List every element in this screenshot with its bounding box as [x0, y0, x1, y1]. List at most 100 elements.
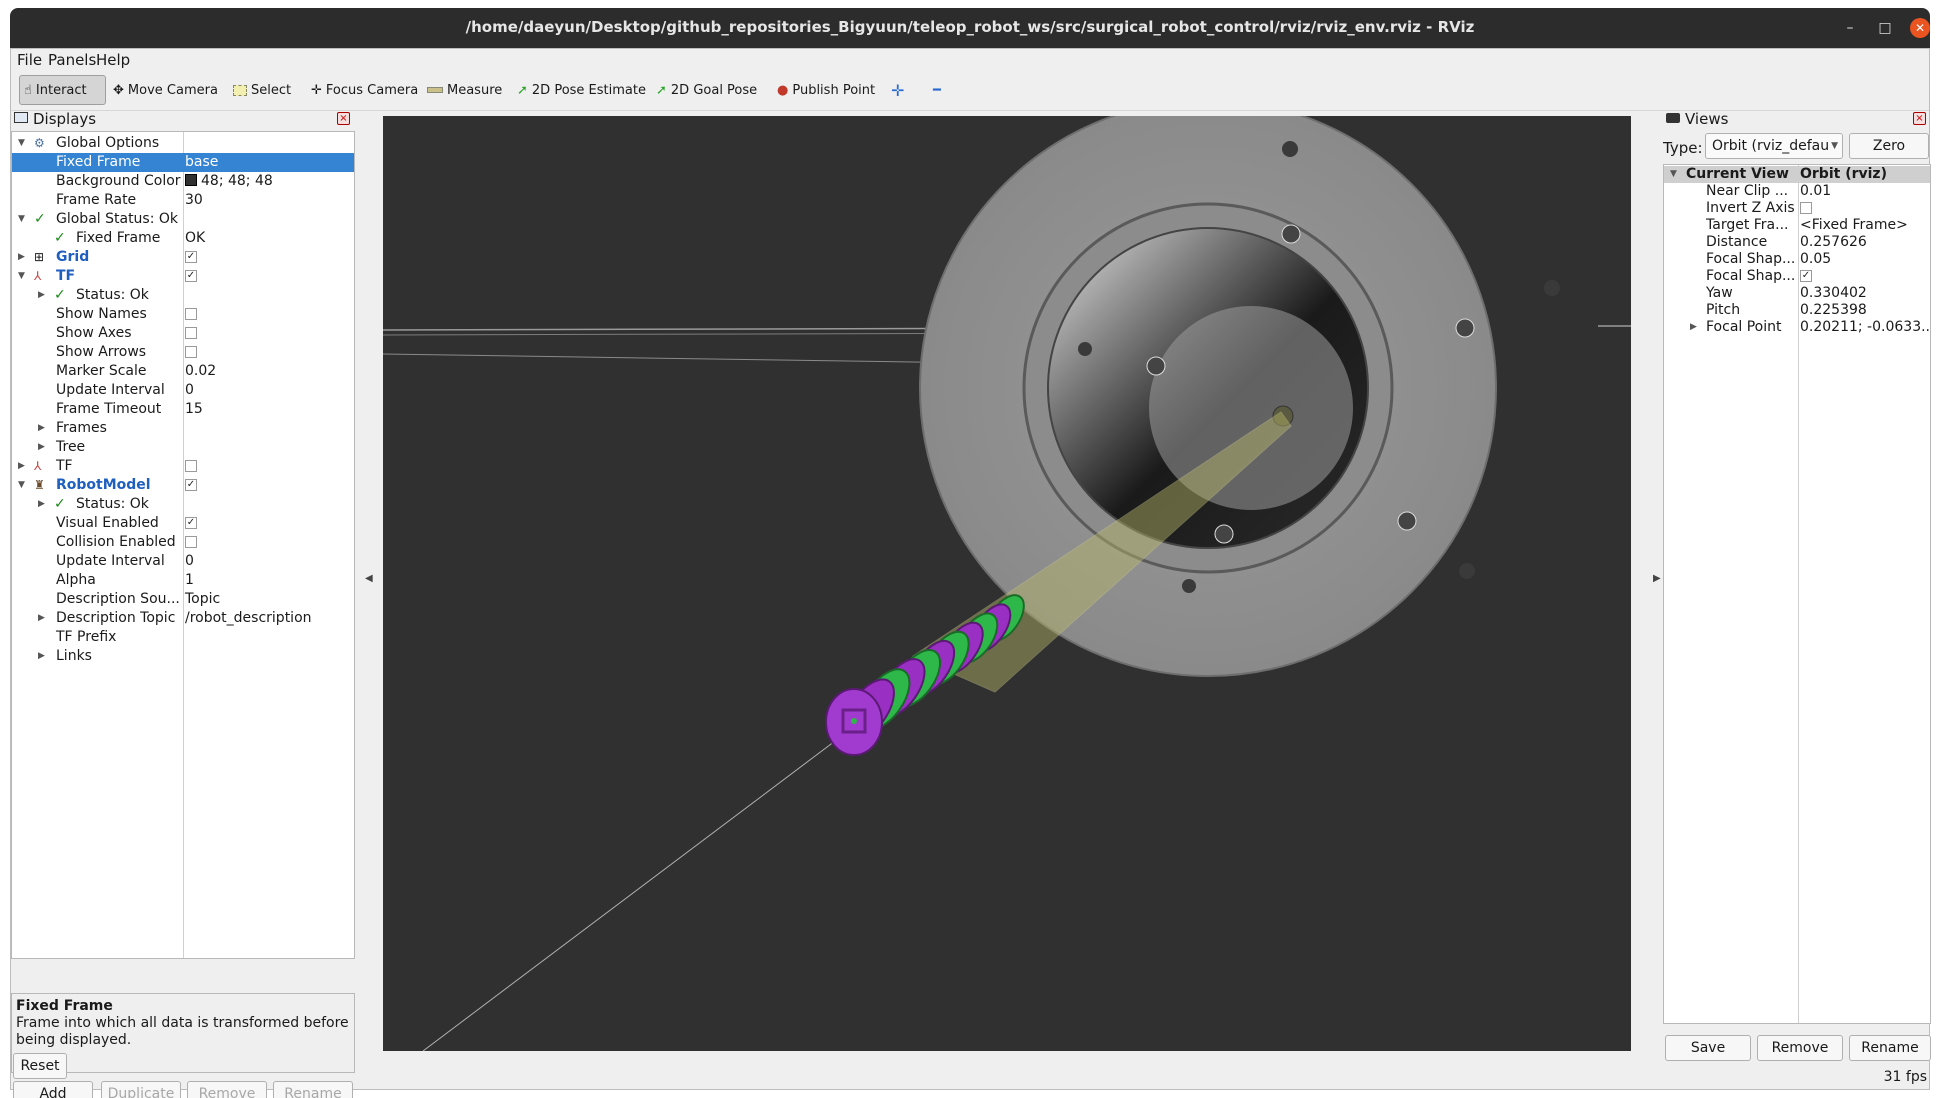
collapse-left-icon[interactable]: ◀	[365, 573, 373, 584]
expand-arrow-icon[interactable]: ▶	[18, 248, 25, 267]
tree-row-frames[interactable]: ▶ Frames	[12, 419, 354, 438]
tree-row-tf-2[interactable]: ▶ ⅄ TF	[12, 457, 354, 476]
description-source-value[interactable]: Topic	[185, 590, 220, 609]
expand-arrow-icon[interactable]: ▶	[38, 495, 45, 514]
remove-display-button[interactable]: Remove	[187, 1081, 267, 1098]
description-topic-value[interactable]: /robot_description	[185, 609, 312, 628]
expand-arrow-icon[interactable]: ▶	[38, 609, 45, 628]
expand-arrow-icon[interactable]: ▶	[38, 438, 45, 457]
collapse-arrow-icon[interactable]: ▼	[18, 267, 25, 286]
collapse-arrow-icon[interactable]: ▼	[18, 476, 25, 495]
background-color-field[interactable]: 48; 48; 48	[185, 172, 273, 191]
collision-enabled-checkbox[interactable]	[185, 536, 197, 548]
grid-enabled-checkbox[interactable]: ✓	[185, 251, 197, 263]
expand-arrow-icon[interactable]: ▶	[38, 647, 45, 666]
remove-view-button[interactable]: Remove	[1757, 1035, 1843, 1061]
zero-button[interactable]: Zero	[1849, 133, 1929, 159]
tree-row-alpha[interactable]: Alpha 1	[12, 571, 354, 590]
frame-rate-value[interactable]: 30	[185, 191, 203, 210]
measure-tool[interactable]: Measure	[423, 75, 506, 105]
view-row-focal-shape-fixed[interactable]: Focal Shap... ✓	[1664, 268, 1930, 285]
tree-row-robot-model[interactable]: ▼ ♜ RobotModel ✓	[12, 476, 354, 495]
pose-estimate-tool[interactable]: ➚ 2D Pose Estimate	[513, 75, 650, 105]
tree-row-grid[interactable]: ▶ ⊞ Grid ✓	[12, 248, 354, 267]
frame-timeout-value[interactable]: 15	[185, 400, 203, 419]
tree-row-tf-prefix[interactable]: TF Prefix	[12, 628, 354, 647]
view-row-focal-shape-size[interactable]: Focal Shap... 0.05	[1664, 251, 1930, 268]
tree-row-visual-enabled[interactable]: Visual Enabled ✓	[12, 514, 354, 533]
robot-model-enabled-checkbox[interactable]: ✓	[185, 479, 197, 491]
tree-row-frame-timeout[interactable]: Frame Timeout 15	[12, 400, 354, 419]
alpha-value[interactable]: 1	[185, 571, 194, 590]
tree-row-status-fixed-frame[interactable]: ✓ Fixed Frame OK	[12, 229, 354, 248]
marker-scale-value[interactable]: 0.02	[185, 362, 216, 381]
view-row-focal-point[interactable]: ▶ Focal Point 0.20211; -0.0633...	[1664, 319, 1930, 336]
rename-display-button[interactable]: Rename	[273, 1081, 353, 1098]
tree-row-tree[interactable]: ▶ Tree	[12, 438, 354, 457]
focal-shape-size-value[interactable]: 0.05	[1800, 251, 1930, 268]
visual-enabled-checkbox[interactable]: ✓	[185, 517, 197, 529]
reset-button[interactable]: Reset	[13, 1053, 67, 1079]
collapse-arrow-icon[interactable]: ▼	[18, 210, 25, 229]
tf2-enabled-checkbox[interactable]	[185, 460, 197, 472]
duplicate-display-button[interactable]: Duplicate	[101, 1081, 181, 1098]
tree-row-show-axes[interactable]: Show Axes	[12, 324, 354, 343]
collapse-arrow-icon[interactable]: ▼	[1670, 166, 1677, 183]
add-display-button[interactable]: Add	[13, 1081, 93, 1098]
view-row-near-clip[interactable]: Near Clip ... 0.01	[1664, 183, 1930, 200]
tree-row-update-interval[interactable]: Update Interval 0	[12, 381, 354, 400]
tree-row-show-names[interactable]: Show Names	[12, 305, 354, 324]
show-axes-checkbox[interactable]	[185, 327, 197, 339]
minimize-button[interactable]: –	[1840, 18, 1860, 38]
near-clip-value[interactable]: 0.01	[1800, 183, 1930, 200]
expand-arrow-icon[interactable]: ▶	[38, 419, 45, 438]
render-viewport[interactable]	[383, 116, 1631, 1051]
close-icon[interactable]: ×	[337, 112, 350, 125]
tree-row-rm-status[interactable]: ▶ ✓ Status: Ok	[12, 495, 354, 514]
save-view-button[interactable]: Save	[1665, 1035, 1751, 1061]
view-row-pitch[interactable]: Pitch 0.225398	[1664, 302, 1930, 319]
show-names-checkbox[interactable]	[185, 308, 197, 320]
tree-row-marker-scale[interactable]: Marker Scale 0.02	[12, 362, 354, 381]
tree-row-frame-rate[interactable]: Frame Rate 30	[12, 191, 354, 210]
focal-shape-fixed-checkbox[interactable]: ✓	[1800, 270, 1812, 282]
tree-row-description-source[interactable]: Description Sou... Topic	[12, 590, 354, 609]
target-frame-value[interactable]: <Fixed Frame>	[1800, 217, 1930, 234]
view-row-current[interactable]: ▼ Current View Orbit (rviz)	[1664, 166, 1930, 183]
tree-row-global-status[interactable]: ▼ ✓ Global Status: Ok	[12, 210, 354, 229]
tree-row-tf[interactable]: ▼ ⅄ TF ✓	[12, 267, 354, 286]
goal-pose-tool[interactable]: ➚ 2D Goal Pose	[652, 75, 761, 105]
expand-arrow-icon[interactable]: ▶	[38, 286, 45, 305]
move-camera-tool[interactable]: ✥ Move Camera	[109, 75, 222, 105]
maximize-button[interactable]: □	[1875, 18, 1895, 38]
yaw-value[interactable]: 0.330402	[1800, 285, 1930, 302]
close-window-button[interactable]: ✕	[1910, 18, 1930, 38]
menu-file[interactable]: File	[17, 51, 42, 69]
tree-row-background-color[interactable]: Background Color 48; 48; 48	[12, 172, 354, 191]
collapse-right-icon[interactable]: ▶	[1653, 573, 1661, 584]
rename-view-button[interactable]: Rename	[1849, 1035, 1931, 1061]
update-interval-value[interactable]: 0	[185, 381, 194, 400]
remove-tool-button[interactable]: ━	[929, 75, 945, 105]
rm-update-interval-value[interactable]: 0	[185, 552, 194, 571]
distance-value[interactable]: 0.257626	[1800, 234, 1930, 251]
tree-row-description-topic[interactable]: ▶ Description Topic /robot_description	[12, 609, 354, 628]
expand-arrow-icon[interactable]: ▶	[18, 457, 25, 476]
menu-panels[interactable]: Panels	[48, 51, 96, 69]
invert-z-checkbox[interactable]	[1800, 202, 1812, 214]
focal-point-value[interactable]: 0.20211; -0.0633...	[1800, 319, 1930, 336]
tf-enabled-checkbox[interactable]: ✓	[185, 270, 197, 282]
scene-canvas[interactable]	[383, 116, 1631, 1051]
tree-row-collision-enabled[interactable]: Collision Enabled	[12, 533, 354, 552]
collapse-arrow-icon[interactable]: ▼	[18, 134, 25, 153]
view-row-invert-z[interactable]: Invert Z Axis	[1664, 200, 1930, 217]
show-arrows-checkbox[interactable]	[185, 346, 197, 358]
tree-row-rm-update-interval[interactable]: Update Interval 0	[12, 552, 354, 571]
close-icon[interactable]: ×	[1913, 112, 1926, 125]
view-row-yaw[interactable]: Yaw 0.330402	[1664, 285, 1930, 302]
tree-row-show-arrows[interactable]: Show Arrows	[12, 343, 354, 362]
publish-point-tool[interactable]: ● Publish Point	[773, 75, 879, 105]
fixed-frame-value[interactable]: base	[185, 153, 218, 172]
select-tool[interactable]: Select	[229, 75, 295, 105]
view-row-target-frame[interactable]: Target Fra... <Fixed Frame>	[1664, 217, 1930, 234]
